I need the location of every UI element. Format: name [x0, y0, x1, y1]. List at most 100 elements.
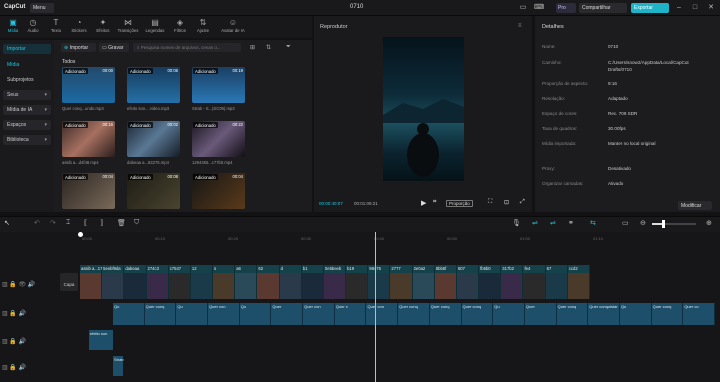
video-clip[interactable]: b1 — [301, 265, 324, 299]
video-preview[interactable] — [383, 37, 464, 181]
video-clip[interactable]: 5eebf9da — [102, 265, 125, 299]
media-thumb[interactable]: Adicionado 00:22 — [192, 121, 245, 157]
track-controls-audio-2[interactable]: ▥ 🔒 🔊 — [2, 338, 26, 345]
delete-icon[interactable]: 🗑 — [117, 219, 126, 227]
tab-media[interactable]: ▣ Mídia — [2, 17, 24, 37]
close-icon[interactable]: ✕ — [706, 3, 716, 13]
video-clip[interactable]: 12 — [190, 265, 214, 299]
audio-clip[interactable]: Qu — [619, 303, 652, 325]
video-clip[interactable]: fe4 — [523, 265, 546, 299]
ratio-button[interactable]: Proporção — [446, 200, 473, 207]
video-clip[interactable]: 607 — [456, 265, 480, 299]
track-controls-main[interactable]: ▥ 🔒 👁 🔊 — [2, 281, 35, 288]
zoom-out-icon[interactable]: ⊖ — [640, 219, 646, 227]
tab-effects[interactable]: ✦ Efeitos — [92, 17, 114, 37]
video-clip[interactable]: c7547 — [168, 265, 191, 299]
caption-icon[interactable]: ▭ — [622, 219, 629, 227]
media-thumb[interactable]: Adicionado 00:06 — [127, 67, 180, 103]
split-icon[interactable]: ⌶ — [66, 219, 70, 227]
audio-clip[interactable]: Qu — [493, 303, 525, 325]
zoom-slider-handle[interactable] — [662, 220, 665, 228]
video-clip[interactable]: d — [279, 265, 302, 299]
zoom-in-icon[interactable]: ⊕ — [706, 219, 712, 227]
tab-audio[interactable]: ◷ Áudio — [22, 17, 44, 37]
split-left-icon[interactable]: ⟦ — [84, 219, 87, 227]
tab-ai-avatar[interactable]: ☺ Avatar de IA — [218, 17, 248, 37]
audio-clip[interactable]: Quer conq — [429, 303, 462, 325]
media-thumb[interactable]: Adicionado 00:16 — [62, 121, 115, 157]
nav-spaces[interactable]: Espaços ▾ — [3, 120, 51, 130]
video-clip[interactable]: b19 — [346, 265, 369, 299]
expand-icon[interactable]: ⤢ — [520, 199, 525, 206]
video-clip[interactable]: 274c3 — [146, 265, 169, 299]
import-button[interactable]: ⊕ Importar — [61, 43, 96, 52]
audio-clip[interactable]: Quer co — [683, 303, 715, 325]
video-clip[interactable]: 98475 — [368, 265, 391, 299]
video-clip[interactable]: a6 — [235, 265, 258, 299]
preview-axis-icon[interactable]: ⇆ — [590, 219, 596, 227]
video-clip[interactable]: assib a...17134 — [80, 265, 109, 299]
link-icon[interactable]: ⇌ — [532, 219, 538, 227]
audio-clip[interactable]: Qu — [239, 303, 272, 325]
nav-import[interactable]: Importar — [3, 44, 51, 54]
media-thumb[interactable]: Adicionado 00:00 — [62, 67, 115, 103]
layout-icon[interactable]: ▭ — [518, 3, 528, 13]
video-clip[interactable]: 67 — [545, 265, 568, 299]
minimize-icon[interactable]: – — [674, 3, 684, 13]
audio-clip[interactable]: Quer con — [366, 303, 399, 325]
tab-filters[interactable]: ◈ Filtros — [169, 17, 191, 37]
effect-audio-clip[interactable]: efeito son — [89, 330, 113, 350]
audio-clip[interactable]: Quer conquistar — [588, 303, 620, 325]
audio-clip[interactable]: Quer con — [208, 303, 240, 325]
grid-view-icon[interactable]: ⊞ — [250, 44, 255, 51]
play-icon[interactable]: ▶ — [421, 199, 426, 207]
share-button[interactable]: Compartilhar — [579, 3, 627, 13]
audio-clip[interactable]: Quer c — [334, 303, 367, 325]
filter-icon[interactable]: ⏷ — [286, 44, 291, 51]
audio-clip[interactable]: Quer con — [303, 303, 335, 325]
strab-audio-clip[interactable]: Strab — [113, 356, 124, 376]
audio-clip[interactable]: Quer conq — [398, 303, 430, 325]
pro-badge[interactable]: Pro — [556, 3, 576, 13]
undo-icon[interactable]: ↶ — [34, 219, 40, 227]
microphone-icon[interactable]: 🎙 — [512, 219, 521, 227]
redo-icon[interactable]: ↷ — [50, 219, 56, 227]
tab-stickers[interactable]: ◔ Stickers — [68, 17, 90, 37]
audio-clip[interactable]: Quer conq — [144, 303, 177, 325]
nav-subprojects[interactable]: Subprojetos — [3, 75, 51, 85]
record-button[interactable]: ▭ Gravar — [99, 43, 129, 52]
split-right-icon[interactable]: ⟧ — [100, 219, 103, 227]
tab-transitions[interactable]: ⋈ Transições — [117, 17, 139, 37]
video-clip[interactable]: dabeaa — [124, 265, 147, 299]
track-controls-audio[interactable]: ▥ 🔒 🔊 — [2, 310, 26, 317]
start-marker[interactable] — [78, 232, 83, 237]
zoom-ratio-icon[interactable]: ⊡ — [504, 199, 509, 206]
nav-media[interactable]: Mídia — [3, 60, 51, 70]
media-thumb[interactable]: Adicionado 00:04 — [192, 173, 245, 209]
nav-ai-media[interactable]: Mídia de IA ▾ — [3, 105, 51, 115]
media-thumb[interactable]: Adicionado 00:08 — [127, 173, 180, 209]
video-clip[interactable]: 0e5beeb — [323, 265, 347, 299]
tab-captions[interactable]: ▤ Legendas — [144, 17, 166, 37]
video-clip[interactable]: 2e0a2 — [412, 265, 435, 299]
shield-icon[interactable]: ⛉ — [134, 219, 139, 227]
audio-clip[interactable]: Quer — [524, 303, 557, 325]
nav-library[interactable]: Biblioteca ▾ — [3, 135, 51, 145]
menu-button[interactable]: Menu — [30, 3, 54, 13]
tab-text[interactable]: T Texto — [45, 17, 67, 37]
video-clip[interactable]: s — [213, 265, 236, 299]
cover-button[interactable]: Capa — [60, 273, 78, 291]
chain-icon[interactable]: ⚭ — [568, 219, 574, 227]
menu-icon[interactable]: ≡ — [518, 23, 522, 29]
video-clip[interactable]: 62 — [257, 265, 280, 299]
media-thumb[interactable]: Adicionado 00:04 — [62, 173, 115, 209]
select-tool-icon[interactable]: ↖ — [4, 219, 10, 227]
audio-clip[interactable]: Quer conq — [461, 303, 494, 325]
audio-clip[interactable]: Qu — [113, 303, 145, 325]
modify-button[interactable]: Modificar — [678, 201, 712, 210]
media-thumb[interactable]: Adicionado 00:02 — [127, 121, 180, 157]
nav-yours[interactable]: Seus ▾ — [3, 90, 51, 100]
audio-clip[interactable]: Qu — [176, 303, 209, 325]
shortcut-icon[interactable]: ⌨ — [534, 3, 544, 13]
audio-clip[interactable]: Quer conq — [556, 303, 589, 325]
